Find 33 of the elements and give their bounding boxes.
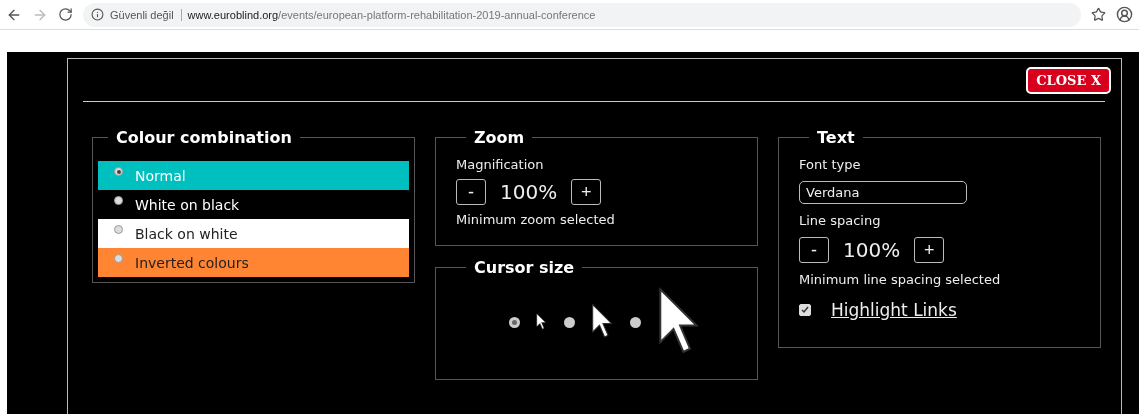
increase-button[interactable]: +	[914, 237, 945, 263]
section-title: Text	[816, 128, 856, 147]
close-button[interactable]: CLOSE X	[1026, 67, 1111, 94]
checkbox[interactable]	[799, 304, 811, 316]
status-text: Minimum line spacing selected	[799, 272, 1002, 287]
radio-icon[interactable]	[563, 316, 575, 328]
section-title: Cursor size	[473, 258, 576, 277]
reload-icon[interactable]	[58, 7, 73, 22]
spacing-value: 100%	[843, 238, 901, 262]
field-label: Line spacing	[799, 213, 882, 228]
radio-icon[interactable]	[509, 316, 521, 328]
cursor-icon	[590, 303, 615, 341]
colour-option[interactable]: Inverted colours	[98, 248, 409, 277]
decrease-button[interactable]: -	[456, 179, 486, 205]
address-bar[interactable]: Güvenli değil www.euroblind.org/events/european-platform-rehabilitation-2019-annual-conference	[83, 2, 1081, 27]
increase-button[interactable]: +	[571, 179, 602, 205]
decrease-button[interactable]: -	[799, 237, 829, 263]
font-field[interactable]: Verdana	[799, 181, 967, 204]
field-label: Magnification	[456, 157, 545, 172]
radio-icon[interactable]	[630, 316, 642, 328]
section-title: Colour combination	[115, 128, 293, 147]
cursor-icon	[536, 313, 548, 331]
account-icon[interactable]	[1116, 6, 1133, 23]
url-text: www.euroblind.org/events/european-platform-rehabilitation-2019-annual-conference	[187, 8, 596, 21]
info-icon	[91, 8, 104, 21]
highlight-links-link[interactable]: Highlight Links	[831, 300, 957, 320]
field-label: Font type	[799, 157, 862, 172]
section-title: Zoom	[473, 128, 526, 147]
star-icon[interactable]	[1091, 7, 1106, 22]
colour-option[interactable]: Black on white	[98, 219, 409, 248]
security-label: Güvenli değil	[110, 8, 182, 21]
zoom-value: 100%	[500, 180, 558, 204]
status-text: Minimum zoom selected	[456, 212, 616, 227]
